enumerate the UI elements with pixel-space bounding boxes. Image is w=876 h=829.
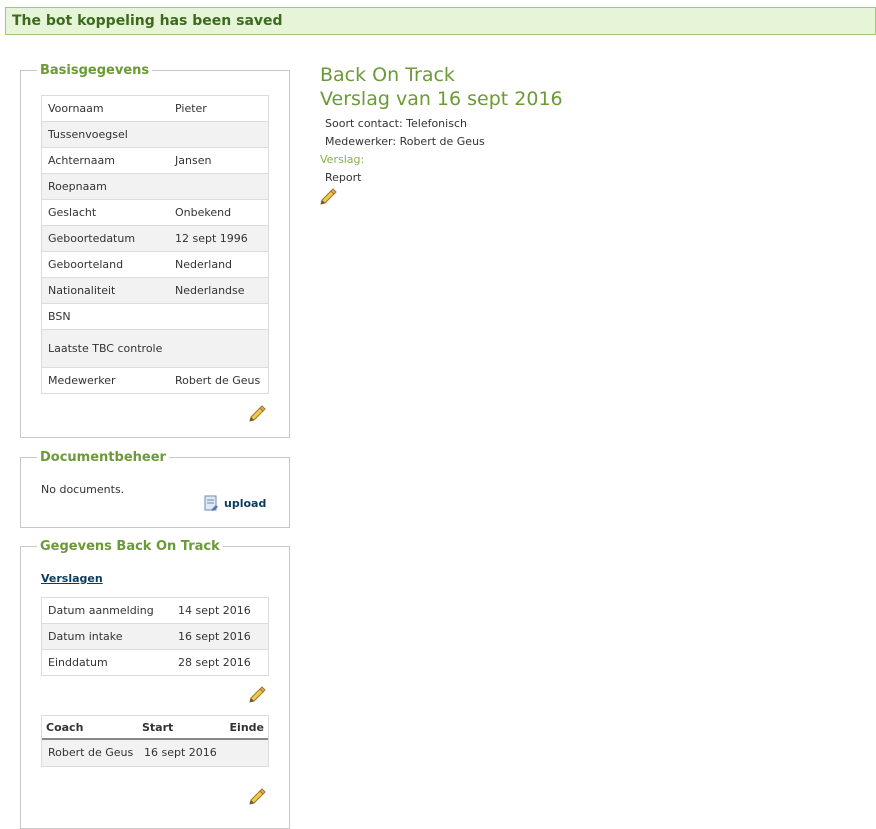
field-label: Voornaam [48, 102, 104, 115]
table-row: Datum intake 16 sept 2016 [42, 624, 268, 650]
field-value: Robert de Geus [175, 374, 261, 387]
table-row: Geboorteland Nederland [42, 252, 268, 278]
table-row: Voornaam Pieter [42, 96, 268, 122]
contact-type: Soort contact: Telefonisch [325, 117, 467, 130]
field-value: Onbekend [175, 206, 232, 219]
documentbeheer-legend: Documentbeheer [40, 450, 166, 465]
coach-table-header: Coach Start Einde [42, 716, 268, 740]
field-label: Geboorteland [48, 258, 124, 271]
table-row: Achternaam Jansen [42, 148, 268, 174]
report-title: Back On Track [320, 64, 455, 86]
field-label: Medewerker [48, 374, 116, 387]
field-value: 12 sept 1996 [175, 232, 248, 245]
table-row: Roepnaam [42, 174, 268, 200]
field-label: Nationaliteit [48, 284, 116, 297]
basisgegevens-table: Voornaam Pieter Tussenvoegsel Achternaam J… [41, 95, 269, 394]
basisgegevens-legend: Basisgegevens [40, 63, 150, 78]
coach-end [224, 746, 268, 759]
pencil-icon[interactable] [319, 187, 337, 205]
verslag-label: Verslag: [320, 153, 365, 166]
field-label: Datum intake [48, 630, 123, 643]
pencil-icon[interactable] [248, 787, 266, 805]
field-value: Nederland [175, 258, 233, 271]
document-upload-icon [204, 495, 218, 511]
table-row: Tussenvoegsel [42, 122, 268, 148]
field-value: 28 sept 2016 [178, 656, 251, 669]
table-row: Datum aanmelding 14 sept 2016 [42, 598, 268, 624]
upload-label[interactable]: upload [224, 497, 266, 510]
flash-message: The bot koppeling has been saved [5, 7, 876, 35]
table-row: BSN [42, 304, 268, 330]
report-subtitle: Verslag van 16 sept 2016 [320, 88, 563, 110]
field-label: Roepnaam [48, 180, 107, 193]
coach-name: Robert de Geus [48, 746, 134, 759]
field-label: Geslacht [48, 206, 97, 219]
field-value: Pieter [175, 102, 207, 115]
pencil-icon[interactable] [248, 404, 266, 422]
table-row: Robert de Geus 16 sept 2016 [42, 740, 268, 766]
field-label: Tussenvoegsel [48, 128, 128, 141]
table-row: Geslacht Onbekend [42, 200, 268, 226]
field-label: Geboortedatum [48, 232, 136, 245]
verslagen-link[interactable]: Verslagen [41, 572, 103, 585]
field-value: 14 sept 2016 [178, 604, 251, 617]
table-row: Medewerker Robert de Geus [42, 368, 268, 394]
field-label: Achternaam [48, 154, 115, 167]
table-row: Nationaliteit Nederlandse [42, 278, 268, 304]
field-value: Jansen [175, 154, 212, 167]
field-label: Laatste TBC controle [48, 342, 163, 355]
coach-table: Coach Start Einde Robert de Geus 16 sept… [41, 715, 269, 767]
table-row: Laatste TBC controle [42, 330, 268, 368]
coach-header: Coach [46, 720, 84, 734]
coach-start: 16 sept 2016 [144, 746, 217, 759]
table-row: Einddatum 28 sept 2016 [42, 650, 268, 676]
field-label: Datum aanmelding [48, 604, 154, 617]
field-value: 16 sept 2016 [178, 630, 251, 643]
track-dates-table: Datum aanmelding 14 sept 2016 Datum intak… [41, 597, 269, 676]
pencil-icon[interactable] [248, 685, 266, 703]
field-label: Einddatum [48, 656, 108, 669]
verslag-text: Report [325, 171, 362, 184]
end-header: Einde [229, 720, 264, 734]
report-employee: Medewerker: Robert de Geus [325, 135, 485, 148]
no-documents-text: No documents. [41, 483, 125, 496]
field-label: BSN [48, 310, 71, 323]
start-header: Start [142, 720, 174, 734]
field-value: Nederlandse [175, 284, 245, 297]
table-row: Geboortedatum 12 sept 1996 [42, 226, 268, 252]
upload-button[interactable]: upload [203, 495, 266, 511]
back-on-track-legend: Gegevens Back On Track [40, 539, 220, 554]
